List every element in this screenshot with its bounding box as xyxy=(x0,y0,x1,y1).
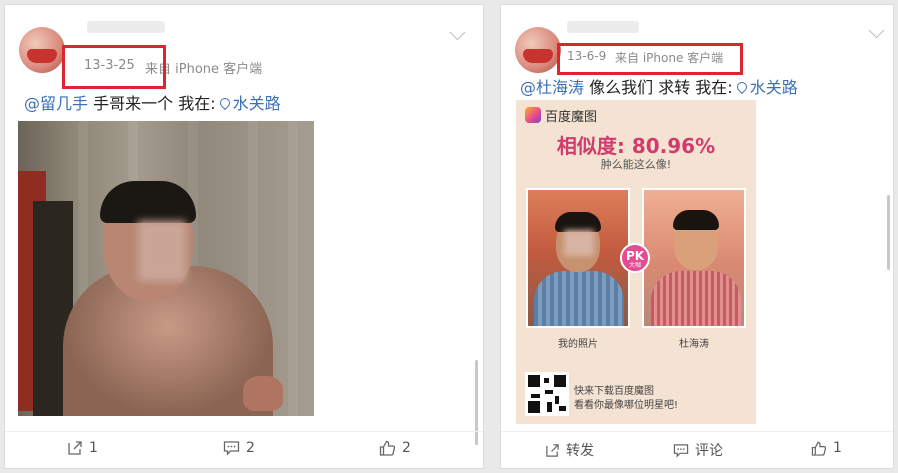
image-subtitle: 肿么能这么像! xyxy=(600,158,672,171)
face-blur xyxy=(138,221,186,281)
caption-right: 杜海涛 xyxy=(679,339,709,350)
baidu-motu-logo-icon xyxy=(525,107,541,123)
promo-line-1: 快来下载百度魔图 xyxy=(574,386,654,397)
my-photo xyxy=(526,188,630,328)
comment-icon xyxy=(223,441,240,456)
like-button[interactable]: 1 xyxy=(811,440,842,456)
post-text: @留几手 手哥来一个 我在: 水关路 xyxy=(24,90,281,114)
like-count: 2 xyxy=(402,440,411,456)
comment-button[interactable]: 评论 xyxy=(673,440,723,460)
post-body: 手哥来一个 我在: xyxy=(93,94,216,113)
comment-icon xyxy=(673,443,689,458)
repost-count: 1 xyxy=(89,440,98,456)
mention-link[interactable]: @留几手 xyxy=(24,94,88,113)
location-link[interactable]: 水关路 xyxy=(750,78,798,97)
share-icon xyxy=(68,441,82,455)
post-actions: 1 2 2 xyxy=(5,431,483,468)
weibo-post-card: 13-6-9 来自 iPhone 客户端 @杜海涛 像么我们 求转 我在: 水关路… xyxy=(500,4,894,469)
like-button[interactable]: 2 xyxy=(379,440,411,456)
pk-badge-label: PK xyxy=(625,249,645,263)
location-link[interactable]: 水关路 xyxy=(233,94,281,113)
pk-badge: PK 大咖 xyxy=(620,243,650,273)
chevron-down-icon[interactable] xyxy=(868,22,885,39)
highlight-box xyxy=(62,45,166,89)
promo-line-2: 看看你最像哪位明星吧! xyxy=(574,400,679,411)
thumbs-up-icon xyxy=(379,440,396,456)
repost-label: 转发 xyxy=(566,443,594,459)
mention-link[interactable]: @杜海涛 xyxy=(520,78,584,97)
post-photo[interactable] xyxy=(18,121,314,416)
username-redacted xyxy=(87,21,165,33)
pk-badge-sub: 大咖 xyxy=(628,262,641,269)
post-photo[interactable]: 百度魔图 相似度: 80.96% 肿么能这么像! PK大咖 我的照片 杜海涛 xyxy=(516,100,756,424)
share-icon xyxy=(546,443,559,457)
username-redacted xyxy=(567,21,639,33)
chevron-down-icon[interactable] xyxy=(449,24,466,41)
highlight-box xyxy=(557,43,743,75)
promo-text: 快来下载百度魔图 看看你最像哪位明星吧! xyxy=(574,385,678,413)
caption-left: 我的照片 xyxy=(558,339,598,350)
face-blur xyxy=(564,230,594,256)
comment-button[interactable]: 2 xyxy=(223,440,255,456)
repost-button[interactable]: 1 xyxy=(67,440,98,456)
image-brand: 百度魔图 xyxy=(545,110,598,125)
weibo-post-card: 13-3-25 来自 iPhone 客户端 @留几手 手哥来一个 我在: 水关路 … xyxy=(4,4,484,469)
similarity-score: 相似度: 80.96% xyxy=(556,134,716,158)
post-body: 像么我们 求转 我在: xyxy=(589,78,733,97)
scrollbar[interactable] xyxy=(887,195,890,270)
post-text: @杜海涛 像么我们 求转 我在: 水关路 xyxy=(520,74,798,98)
location-pin-icon xyxy=(734,79,749,95)
comment-count: 2 xyxy=(246,440,255,456)
user-avatar[interactable] xyxy=(19,27,65,73)
like-count: 1 xyxy=(833,440,842,456)
thumbs-up-icon xyxy=(811,441,827,456)
qr-code xyxy=(525,372,569,416)
user-avatar[interactable] xyxy=(515,27,561,73)
celebrity-photo xyxy=(642,188,746,328)
post-actions: 转发 评论 1 xyxy=(501,431,893,468)
repost-button[interactable]: 转发 xyxy=(545,440,594,460)
location-pin-icon xyxy=(217,95,232,111)
comment-label: 评论 xyxy=(695,443,723,459)
